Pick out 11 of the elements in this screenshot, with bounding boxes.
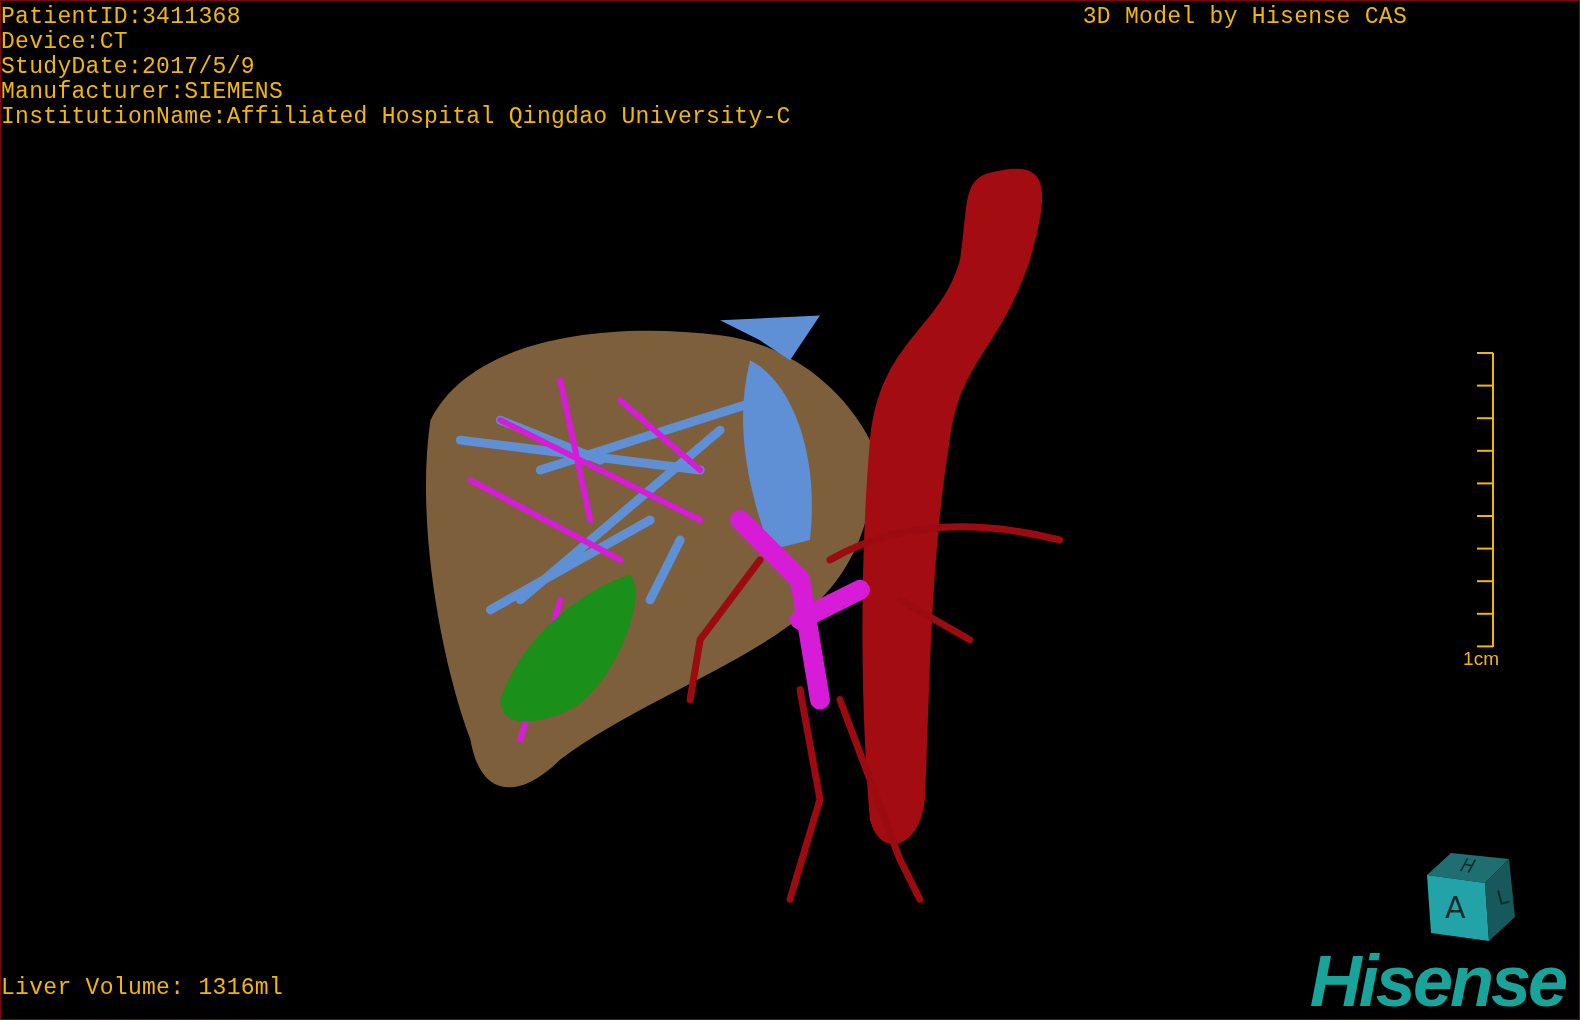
brand-logo: Hisense bbox=[1309, 943, 1567, 1019]
scale-label: 1cm bbox=[1463, 647, 1499, 670]
cube-face-letter: H bbox=[1456, 855, 1479, 877]
patient-info-line: Manufacturer:SIEMENS bbox=[1, 80, 285, 105]
patient-info-line: StudyDate:2017/5/9 bbox=[1, 55, 256, 80]
patient-info-line: Device:CT bbox=[1, 30, 129, 55]
model-credit: 3D Model by Hisense CAS bbox=[1082, 5, 1407, 30]
patient-info-line: PatientID:3411368 bbox=[1, 5, 242, 30]
cube-face-letter: A bbox=[1445, 893, 1466, 923]
liver-volume: Liver Volume: 1316ml bbox=[1, 976, 284, 1001]
patient-info-line: InstitutionName:Affiliated Hospital Qingdao University-C bbox=[1, 105, 791, 130]
